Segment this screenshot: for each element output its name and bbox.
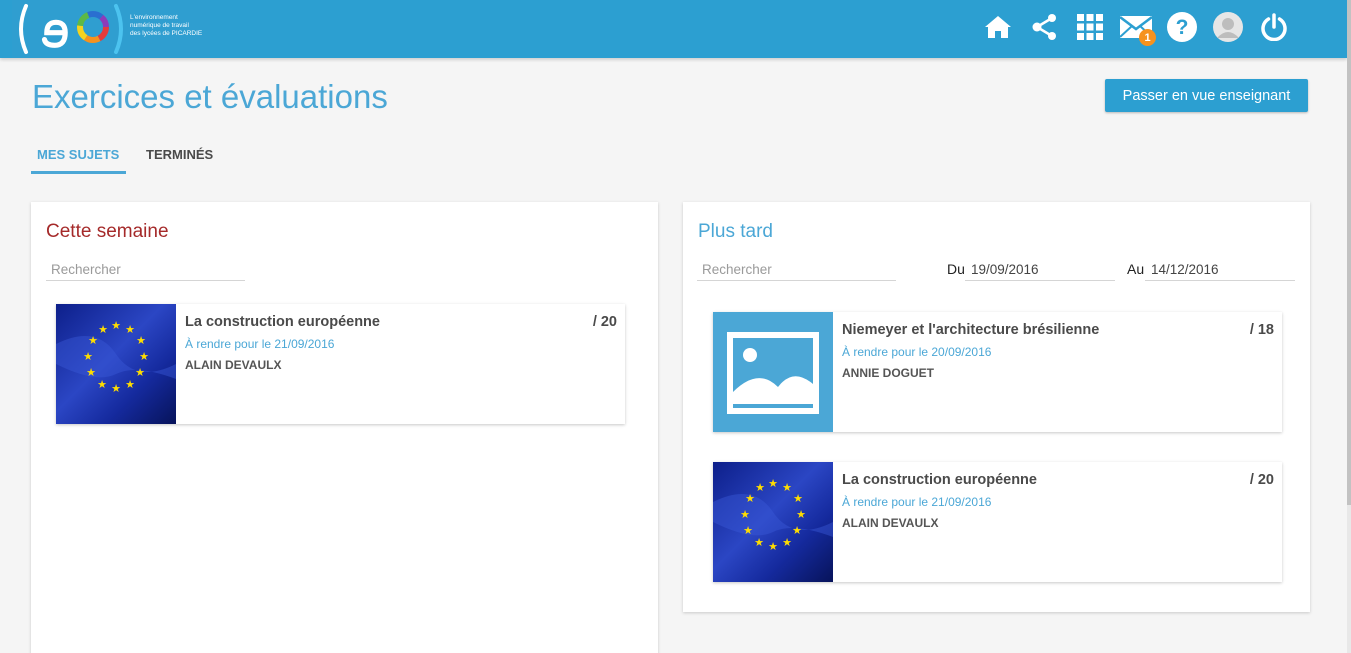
svg-text:★: ★ — [745, 492, 755, 505]
assignment-author: ALAIN DEVAULX — [842, 516, 939, 530]
top-bar: L'environnement numérique de travail des… — [0, 0, 1347, 58]
assignment-score: / 20 — [1249, 472, 1274, 488]
eu-flag-image: ★ ★ ★ ★ ★ ★ ★ ★ ★ ★ ★ ★ — [713, 462, 833, 582]
from-date-input[interactable] — [965, 259, 1115, 281]
teacher-view-button[interactable]: Passer en vue enseignant — [1105, 79, 1308, 112]
eo-logo-mark — [19, 4, 123, 54]
later-panel: Plus tard Du Au Niemeyer et l'architectu… — [683, 202, 1310, 612]
scrollbar[interactable] — [1347, 0, 1351, 653]
svg-text:★: ★ — [136, 334, 146, 347]
eo-logo[interactable]: L'environnement numérique de travail des… — [12, 0, 210, 58]
mail-icon[interactable]: 1 — [1113, 10, 1159, 46]
svg-text:?: ? — [1176, 16, 1189, 39]
page-title: Exercices et évaluations — [32, 78, 388, 115]
help-icon[interactable]: ? — [1159, 10, 1205, 44]
mail-badge: 1 — [1139, 29, 1156, 46]
svg-text:★: ★ — [793, 492, 803, 505]
this-week-search-input[interactable] — [46, 259, 245, 281]
from-date-label: Du — [947, 261, 965, 277]
this-week-title: Cette semaine — [46, 221, 169, 242]
power-icon[interactable] — [1251, 10, 1297, 44]
svg-text:★: ★ — [125, 378, 135, 391]
assignment-due-date: À rendre pour le 21/09/2016 — [185, 337, 335, 351]
logo-tagline: L'environnement numérique de travail des… — [130, 14, 203, 37]
svg-text:★: ★ — [796, 508, 806, 521]
svg-text:★: ★ — [97, 378, 107, 391]
scrollbar-thumb[interactable] — [1347, 0, 1351, 505]
this-week-panel: Cette semaine ★★★★★★★★★★★★ La constructi… — [31, 202, 658, 653]
svg-text:★: ★ — [88, 334, 98, 347]
tab-termines[interactable]: TERMINÉS — [146, 147, 213, 162]
assignment-author: ALAIN DEVAULX — [185, 358, 282, 372]
svg-text:★: ★ — [768, 540, 778, 553]
assignment-title: La construction européenne — [842, 472, 1037, 488]
later-search-input[interactable] — [697, 259, 896, 281]
share-icon[interactable] — [1021, 10, 1067, 44]
svg-text:★: ★ — [782, 536, 792, 549]
svg-text:★: ★ — [98, 323, 108, 336]
assignment-card[interactable]: Niemeyer et l'architecture brésilienne /… — [713, 312, 1282, 432]
assignment-score: / 18 — [1249, 322, 1274, 338]
svg-text:★: ★ — [792, 524, 802, 537]
svg-text:★: ★ — [139, 350, 149, 363]
to-date-label: Au — [1127, 261, 1145, 277]
eu-flag-image: ★ ★ ★ ★ ★ ★ ★ ★ ★ ★ ★ ★ — [56, 304, 176, 424]
assignment-card[interactable]: ★ ★ ★ ★ ★ ★ ★ ★ ★ ★ ★ ★ La construction européenne … — [713, 462, 1282, 582]
top-nav: 1 ? — [975, 10, 1297, 46]
assignment-title: Niemeyer et l'architecture brésilienne — [842, 322, 1100, 338]
image-placeholder-icon — [713, 312, 833, 432]
active-tab-indicator — [31, 171, 126, 174]
svg-text:★: ★ — [135, 366, 145, 379]
svg-text:★: ★ — [83, 350, 93, 363]
svg-text:★: ★ — [782, 481, 792, 494]
svg-text:★: ★ — [754, 536, 764, 549]
assignment-title: La construction européenne — [185, 314, 380, 330]
to-date-input[interactable] — [1145, 259, 1295, 281]
svg-text:★: ★ — [111, 319, 121, 332]
svg-text:★: ★ — [755, 481, 765, 494]
user-avatar-icon[interactable] — [1205, 10, 1251, 44]
tab-mes-sujets[interactable]: MES SUJETS — [37, 147, 119, 162]
svg-text:★: ★ — [743, 524, 753, 537]
later-title: Plus tard — [698, 221, 773, 242]
apps-grid-icon[interactable] — [1067, 10, 1113, 44]
assignment-author: ANNIE DOGUET — [842, 366, 935, 380]
svg-text:★: ★ — [86, 366, 96, 379]
assignment-score: / 20 — [592, 314, 617, 330]
assignment-due-date: À rendre pour le 21/09/2016 — [842, 495, 992, 509]
svg-text:★: ★ — [768, 477, 778, 490]
svg-text:★: ★ — [111, 382, 121, 395]
assignment-card[interactable]: ★ ★ ★ ★ ★ ★ ★ ★ ★ ★ ★ ★ La construction européenne … — [56, 304, 625, 424]
svg-text:★: ★ — [740, 508, 750, 521]
svg-text:★: ★ — [125, 323, 135, 336]
assignment-due-date: À rendre pour le 20/09/2016 — [842, 345, 992, 359]
home-icon[interactable] — [975, 10, 1021, 44]
